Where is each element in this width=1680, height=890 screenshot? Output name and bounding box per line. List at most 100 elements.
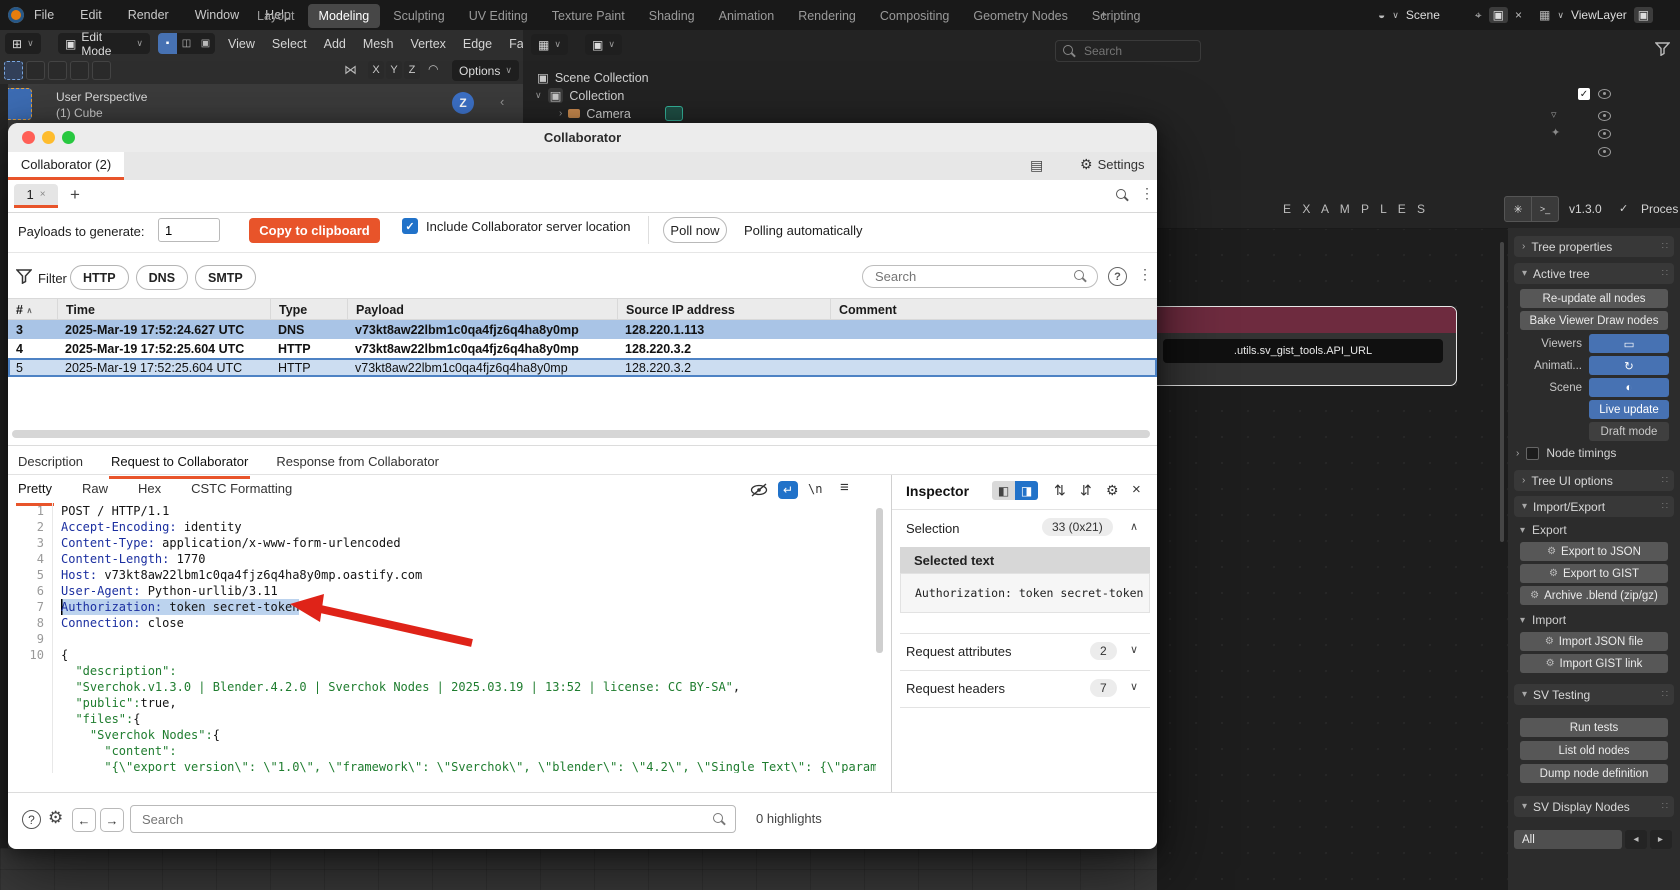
eye-icon[interactable]	[1598, 111, 1611, 121]
scrollbar[interactable]	[1500, 242, 1504, 542]
duplicate-scene-icon[interactable]: ▣	[1488, 7, 1508, 23]
eye-icon[interactable]	[1598, 129, 1611, 139]
workspace-tab[interactable]: Layout	[246, 4, 306, 28]
terminal-icon-button[interactable]: >_	[1531, 196, 1559, 222]
workspace-tab[interactable]: Texture Paint	[541, 4, 636, 28]
request-editor[interactable]: 1 POST / HTTP/1.1 2 Accept-Encoding: ident…	[16, 503, 876, 773]
request-attributes-section[interactable]: Request attributes 2 ∨	[892, 634, 1157, 670]
poll-now-button[interactable]: Poll now	[663, 217, 727, 243]
selection-section-header[interactable]: Selection 33 (0x21) ∧	[892, 515, 1157, 543]
eye-icon[interactable]	[1598, 147, 1611, 157]
workspace-tab[interactable]: Modeling	[307, 4, 381, 28]
menu-item[interactable]: File	[34, 8, 54, 22]
sidebar-button[interactable]: ⚙ Import JSON file	[1520, 632, 1668, 651]
table-row[interactable]: 3 2025-Mar-19 17:52:24.627 UTC DNS v73kt…	[8, 320, 1157, 339]
help-icon[interactable]: ?	[22, 810, 41, 829]
window-titlebar[interactable]: Collaborator	[8, 123, 1157, 153]
outliner-search[interactable]	[1055, 40, 1201, 62]
gist-node[interactable]: .utils.sv_gist_tools.API_URL	[1150, 306, 1457, 386]
proportional-edit-icon[interactable]: ⋈	[344, 62, 357, 78]
copy-to-clipboard-button[interactable]: Copy to clipboard	[249, 218, 380, 243]
prev-button[interactable]: ◂	[1625, 830, 1647, 849]
gizmo-z-axis[interactable]: Z	[452, 92, 474, 114]
snap-icon[interactable]: ◠	[428, 62, 438, 76]
editor-search-input[interactable]	[140, 810, 684, 828]
column-header-ip[interactable]: Source IP address	[617, 299, 830, 321]
column-header-comment[interactable]: Comment	[830, 299, 1157, 321]
sidebar-button[interactable]: ⚙ Archive .blend (zip/gz)	[1520, 586, 1668, 605]
format-tab[interactable]: Pretty	[16, 475, 54, 506]
chevron-down-icon[interactable]: ∨	[1130, 680, 1138, 693]
sidebar-button[interactable]: Bake Viewer Draw nodes	[1520, 311, 1668, 330]
checkbox-icon[interactable]: ✓	[1578, 88, 1590, 100]
column-header-time[interactable]: Time	[57, 299, 270, 321]
close-tab-icon[interactable]: ×	[40, 189, 46, 200]
vertical-scrollbar[interactable]	[876, 508, 883, 653]
workspace-tab[interactable]: Geometry Nodes	[962, 4, 1078, 28]
chevron-down-icon[interactable]: ∨	[1557, 10, 1564, 21]
delete-scene-icon[interactable]: ×	[1515, 8, 1522, 22]
outliner-search-input[interactable]	[1082, 43, 1166, 59]
pin-icon[interactable]: ⌖	[1475, 8, 1482, 23]
layout-menu-icon[interactable]: ▤	[1030, 157, 1043, 174]
word-wrap-toggle[interactable]: ↵	[778, 481, 798, 499]
select-circle-tool[interactable]	[48, 61, 67, 80]
workspace-tab[interactable]: Sculpting	[382, 4, 455, 28]
prev-match-button[interactable]: ←	[72, 808, 96, 832]
outliner-filter-dropdown[interactable]: ▣ ∨	[585, 34, 622, 55]
axis-toggle[interactable]: X	[368, 61, 384, 79]
panel-active-tree[interactable]: ▾ Active tree ∷	[1514, 263, 1674, 284]
viewport-menu-item[interactable]: Mesh	[363, 37, 394, 51]
sidebar-button[interactable]: Run tests	[1520, 718, 1668, 737]
workspace-tab[interactable]: Compositing	[869, 4, 960, 28]
editor-menu-icon[interactable]: ≡	[840, 479, 849, 496]
next-match-button[interactable]: →	[100, 808, 124, 832]
table-row[interactable]: 4 2025-Mar-19 17:52:25.604 UTC HTTP v73k…	[8, 339, 1157, 358]
outliner-item-scene-collection[interactable]: ▣ Scene Collection	[537, 70, 649, 86]
outliner-filter-icon[interactable]	[1655, 42, 1670, 56]
axis-toggle[interactable]: Y	[386, 61, 402, 79]
checkbox-icon[interactable]: ✓	[402, 218, 418, 234]
chevron-up-icon[interactable]: ∧	[1130, 520, 1138, 533]
sverchok-icon-button[interactable]: ✳	[1504, 196, 1532, 222]
viewlayer-selector[interactable]: ViewLayer	[1571, 8, 1627, 22]
collapse-all-icon[interactable]: ⇅	[1054, 482, 1066, 499]
drag-handle-icon[interactable]: ∷	[1662, 241, 1668, 252]
filter-icon[interactable]	[16, 269, 32, 284]
format-tab[interactable]: Hex	[136, 475, 163, 506]
workspace-tab[interactable]: Rendering	[787, 4, 867, 28]
menu-item[interactable]: Render	[128, 8, 169, 22]
cursor-tool[interactable]	[92, 61, 111, 80]
menu-item[interactable]: Edit	[80, 8, 102, 22]
chevron-down-icon[interactable]: ∨	[1130, 643, 1138, 656]
sidebar-button[interactable]: ⚙ Export to JSON	[1520, 542, 1668, 561]
outliner-item-camera[interactable]: › Camera	[559, 106, 683, 121]
close-icon[interactable]: ×	[1132, 481, 1141, 498]
format-tab[interactable]: CSTC Formatting	[189, 475, 294, 506]
workspace-tab[interactable]: Scripting	[1081, 4, 1152, 28]
more-options-icon[interactable]: ⋮	[1140, 185, 1154, 202]
viewport-menu-item[interactable]: View	[228, 37, 255, 51]
workspace-tab[interactable]: Shading	[638, 4, 706, 28]
gist-node-field[interactable]: .utils.sv_gist_tools.API_URL	[1163, 339, 1443, 363]
panel-tree-ui-options[interactable]: › Tree UI options ∷	[1514, 470, 1674, 491]
editor-search[interactable]	[130, 805, 736, 833]
help-icon[interactable]: ?	[1108, 267, 1127, 286]
panel-tree-properties[interactable]: › Tree properties ∷	[1514, 236, 1674, 257]
settings-button[interactable]: ⚙ Settings	[1080, 156, 1145, 173]
more-options-icon[interactable]: ⋮	[1138, 266, 1152, 283]
request-headers-section[interactable]: Request headers 7 ∨	[892, 671, 1157, 707]
drag-handle-icon[interactable]: ∷	[1662, 268, 1668, 279]
table-row[interactable]: 5 2025-Mar-19 17:52:25.604 UTC HTTP v73k…	[8, 358, 1157, 377]
viewport-menu-item[interactable]: Add	[324, 37, 346, 51]
menu-item[interactable]: Window	[195, 8, 239, 22]
face-mode-toggle[interactable]: ▣	[196, 33, 215, 54]
drag-handle-icon[interactable]: ∷	[1662, 475, 1668, 486]
column-header-type[interactable]: Type	[270, 299, 347, 321]
sidebar-button[interactable]: ⚙ Export to GIST	[1520, 564, 1668, 583]
node-timings-row[interactable]: › Node timings	[1516, 446, 1616, 460]
mode-select[interactable]: ▣ Edit Mode ∨	[58, 30, 150, 58]
payloads-count-input[interactable]	[158, 218, 220, 242]
workspace-tab[interactable]: Animation	[708, 4, 786, 28]
axis-toggle[interactable]: Z	[404, 61, 420, 79]
